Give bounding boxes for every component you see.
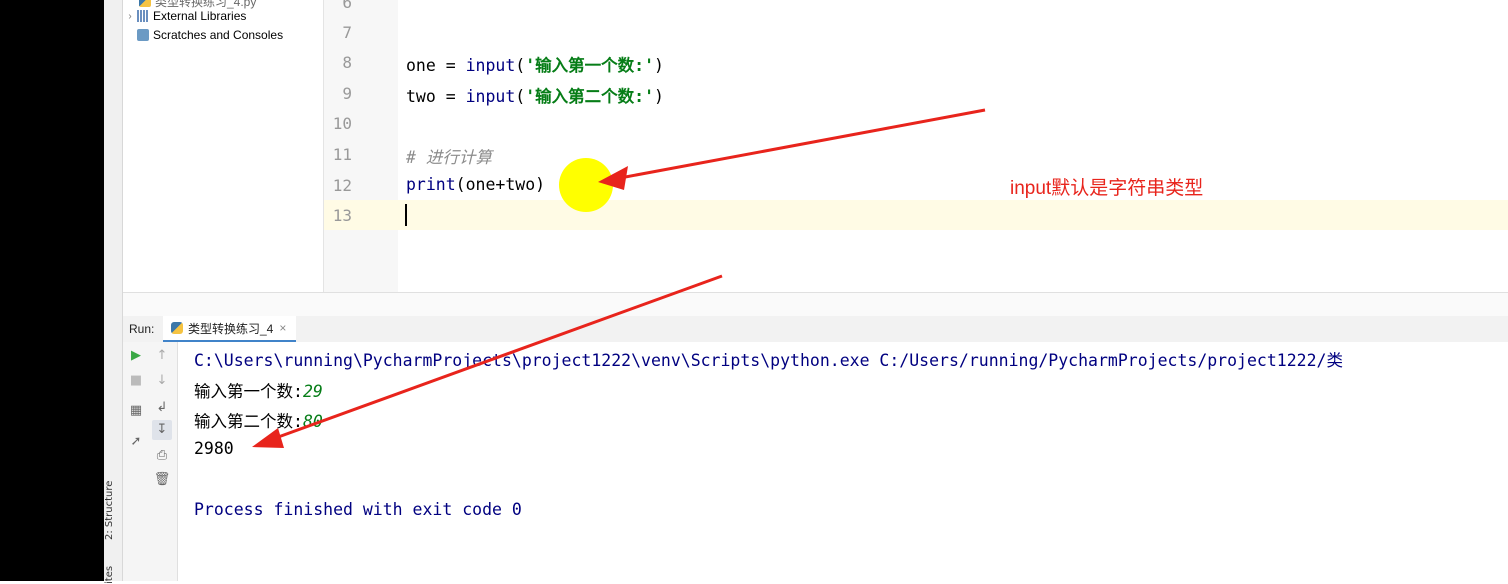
arrow-head-1 [598, 166, 628, 190]
arrow-head-2 [252, 428, 284, 448]
arrow-line-2 [269, 274, 723, 442]
annotation-arrows [252, 108, 986, 448]
arrow-line-1 [619, 108, 986, 180]
